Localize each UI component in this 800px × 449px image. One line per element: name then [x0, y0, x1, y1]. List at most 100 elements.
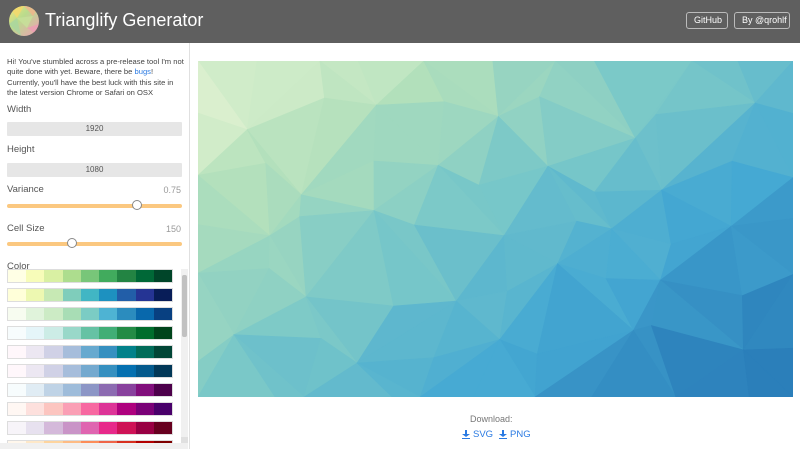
- palette-swatch: [80, 422, 100, 434]
- palette-swatch: [117, 327, 136, 339]
- palette-option[interactable]: [7, 402, 173, 416]
- palette-swatch: [135, 346, 154, 358]
- palette-swatch: [80, 384, 100, 396]
- author-button[interactable]: By @qrohlf: [734, 12, 790, 29]
- palette-swatch: [8, 289, 27, 301]
- palette-swatch: [135, 327, 154, 339]
- palette-scrollbar[interactable]: [181, 269, 188, 443]
- triangle-pattern: [198, 61, 793, 397]
- palette-option[interactable]: [7, 421, 173, 435]
- palette-swatch: [8, 384, 27, 396]
- palette-swatch: [135, 289, 154, 301]
- palette-option[interactable]: [7, 345, 173, 359]
- cell-size-slider[interactable]: [7, 238, 182, 248]
- pattern-preview: [198, 61, 793, 397]
- palette-swatch: [44, 384, 63, 396]
- palette-swatch: [117, 308, 136, 320]
- horizontal-scrollbar[interactable]: [0, 443, 188, 449]
- palette-swatch: [8, 270, 27, 282]
- palette-swatch: [99, 346, 118, 358]
- palette-swatch: [135, 308, 154, 320]
- palette-swatch: [153, 403, 172, 415]
- palette-swatch: [80, 403, 100, 415]
- top-bar: Trianglify Generator GitHub By @qrohlf: [0, 0, 800, 43]
- palette-swatch: [8, 327, 27, 339]
- download-label: Download:: [470, 414, 513, 424]
- palette-swatch: [44, 403, 63, 415]
- width-input[interactable]: 1920: [7, 122, 182, 136]
- svg-label: SVG: [473, 429, 494, 440]
- palette-swatch: [44, 270, 63, 282]
- palette-swatch: [26, 289, 45, 301]
- palette-swatch: [26, 308, 45, 320]
- palette-swatch: [117, 403, 136, 415]
- palette-option[interactable]: [7, 364, 173, 378]
- palette-swatch: [8, 346, 27, 358]
- cell-size-value: 150: [165, 224, 181, 234]
- palette-swatch: [99, 384, 118, 396]
- bugs-link[interactable]: bugs: [135, 67, 151, 76]
- height-label: Height: [7, 144, 35, 155]
- palette-swatch: [99, 308, 118, 320]
- download-svg-link[interactable]: SVG: [462, 429, 493, 440]
- height-input[interactable]: 1080: [7, 163, 182, 177]
- palette-swatch: [117, 346, 136, 358]
- github-button[interactable]: GitHub: [686, 12, 728, 29]
- palette-swatch: [44, 327, 63, 339]
- palette-swatch: [99, 422, 118, 434]
- download-png-link[interactable]: PNG: [499, 429, 531, 440]
- png-label: PNG: [510, 429, 531, 440]
- palette-swatch: [62, 403, 81, 415]
- variance-value: 0.75: [163, 185, 181, 195]
- palette-swatch: [99, 327, 118, 339]
- palette-swatch: [44, 289, 63, 301]
- palette-swatch: [44, 365, 63, 377]
- palette-swatch: [62, 346, 81, 358]
- cell-size-label: Cell Size: [7, 223, 45, 234]
- palette-swatch: [44, 422, 63, 434]
- palette-swatch: [99, 270, 118, 282]
- app-title: Trianglify Generator: [45, 10, 204, 30]
- palette-swatch: [80, 327, 100, 339]
- palette-swatch: [26, 365, 45, 377]
- palette-swatch: [117, 289, 136, 301]
- palette-swatch: [117, 365, 136, 377]
- palette-swatch: [135, 365, 154, 377]
- app-logo: [9, 6, 39, 36]
- palette-swatch: [80, 289, 100, 301]
- palette-option[interactable]: [7, 288, 173, 302]
- palette-swatch: [44, 346, 63, 358]
- palette-swatch: [80, 365, 100, 377]
- palette-swatch: [153, 308, 172, 320]
- palette-option[interactable]: [7, 326, 173, 340]
- download-icon: [499, 430, 507, 439]
- width-label: Width: [7, 104, 32, 115]
- palette-swatch: [62, 308, 81, 320]
- palette-swatch: [62, 270, 81, 282]
- cell-size-slider-handle[interactable]: [66, 238, 77, 248]
- palette-option[interactable]: [7, 269, 173, 283]
- palette-swatch: [62, 289, 81, 301]
- palette-swatch: [99, 403, 118, 415]
- palette-swatch: [99, 365, 118, 377]
- palette-swatch: [153, 384, 172, 396]
- palette-option[interactable]: [7, 383, 173, 397]
- sidebar: Hi! You've stumbled across a pre-release…: [0, 43, 190, 449]
- palette-swatch: [8, 308, 27, 320]
- palette-swatch: [26, 422, 45, 434]
- intro-text: Hi! You've stumbled across a pre-release…: [7, 57, 185, 99]
- palette-swatch: [80, 308, 100, 320]
- palette-swatch: [153, 422, 172, 434]
- palette-swatch: [117, 422, 136, 434]
- variance-label: Variance: [7, 184, 44, 195]
- variance-slider[interactable]: [7, 200, 182, 210]
- intro-text-start: Hi! You've stumbled across a pre-release…: [7, 57, 184, 77]
- palette-swatch: [26, 270, 45, 282]
- scrollbar-thumb[interactable]: [182, 275, 187, 337]
- variance-slider-handle[interactable]: [131, 200, 142, 210]
- palette-swatch: [80, 270, 100, 282]
- palette-swatch: [8, 365, 27, 377]
- palette-swatch: [26, 384, 45, 396]
- palette-option[interactable]: [7, 307, 173, 321]
- palette-swatch: [153, 270, 172, 282]
